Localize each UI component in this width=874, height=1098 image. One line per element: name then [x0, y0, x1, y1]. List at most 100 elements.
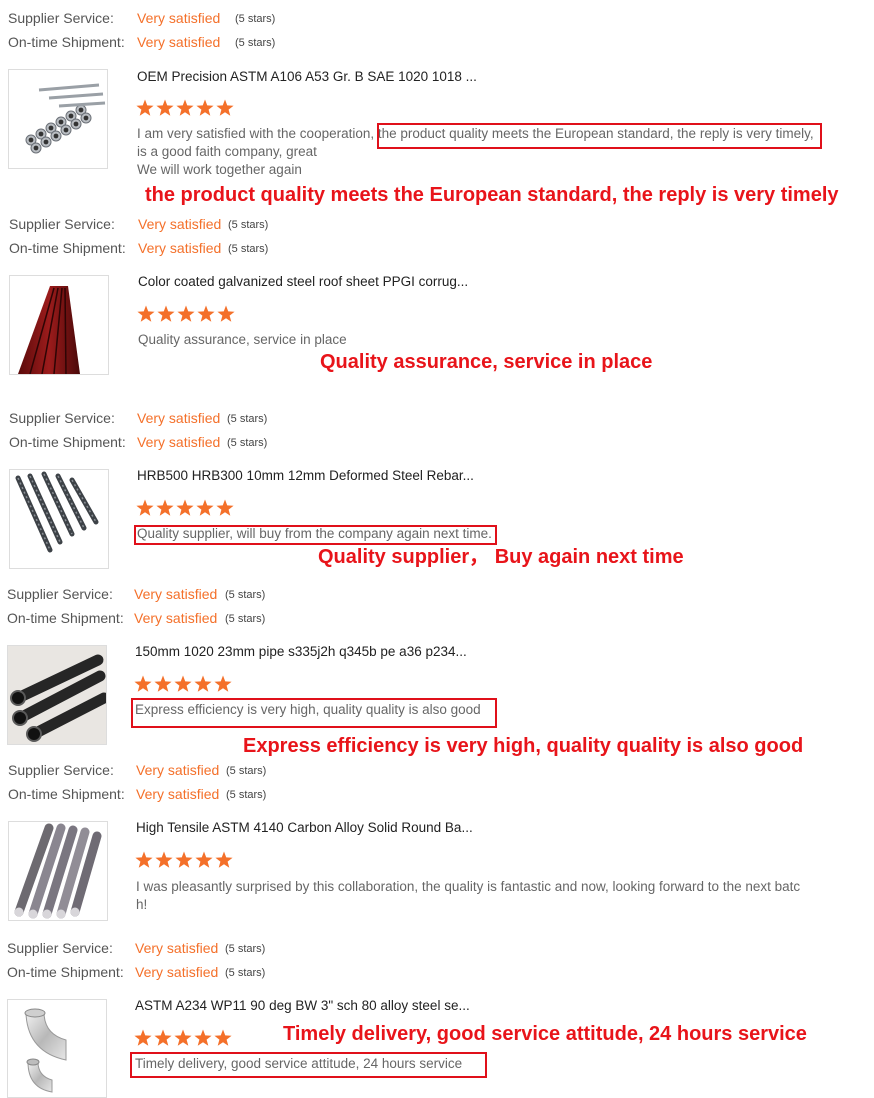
comment-line: I was pleasantly surprised by this colla… [136, 879, 801, 894]
product-thumbnail[interactable] [8, 69, 108, 169]
supplier-service-rating: Supplier Service: Very satisfied (5 star… [8, 760, 308, 780]
round-bars-image [14, 823, 102, 919]
rating-stars-note: (5 stars) [228, 243, 269, 255]
star-icon [215, 851, 233, 868]
star-icon [136, 99, 154, 116]
product-title[interactable]: HRB500 HRB300 10mm 12mm Deformed Steel R… [137, 467, 474, 485]
pipe-elbow-image [24, 1008, 67, 1093]
highlight-box [131, 698, 497, 728]
steel-rebar-image [15, 471, 99, 553]
on-time-shipment-label: On-time Shipment: [9, 240, 126, 256]
star-icon [196, 499, 214, 516]
on-time-shipment-rating: On-time Shipment: Very satisfied (5 star… [7, 608, 307, 628]
rating-stars-note: (5 stars) [227, 413, 268, 425]
product-thumbnail[interactable] [7, 999, 107, 1098]
rating-value: Very satisfied [135, 940, 219, 956]
star-icon [217, 305, 235, 322]
highlight-callout: Timely delivery, good service attitude, … [283, 1023, 807, 1045]
on-time-shipment-rating: On-time Shipment: Very satisfied (5 star… [8, 32, 308, 52]
supplier-service-label: Supplier Service: [7, 940, 113, 956]
product-thumbnail[interactable] [8, 821, 108, 921]
star-icon [157, 305, 175, 322]
star-icon [194, 1029, 212, 1046]
star-icon [216, 499, 234, 516]
supplier-service-rating: Supplier Service: Very satisfied (5 star… [7, 938, 307, 958]
star-icon [154, 1029, 172, 1046]
supplier-service-rating: Supplier Service: Very satisfied (5 star… [9, 214, 309, 234]
product-title[interactable]: 150mm 1020 23mm pipe s335j2h q345b pe a3… [135, 643, 467, 661]
on-time-shipment-rating: On-time Shipment: Very satisfied (5 star… [7, 962, 307, 982]
comment-line: Quality assurance, service in place [138, 332, 347, 347]
product-title[interactable]: OEM Precision ASTM A106 A53 Gr. B SAE 10… [137, 68, 477, 86]
rating-value: Very satisfied [138, 240, 222, 256]
rating-value: Very satisfied [134, 610, 218, 626]
rating-stars-note: (5 stars) [226, 765, 267, 777]
steel-tubes-bundle-image [25, 83, 106, 154]
on-time-shipment-label: On-time Shipment: [7, 964, 124, 980]
supplier-service-label: Supplier Service: [9, 410, 115, 426]
star-icon [136, 499, 154, 516]
star-icon [174, 675, 192, 692]
star-icon [156, 99, 174, 116]
star-icon [174, 1029, 192, 1046]
product-title[interactable]: ASTM A234 WP11 90 deg BW 3" sch 80 alloy… [135, 997, 470, 1015]
rating-value: Very satisfied [137, 410, 221, 426]
on-time-shipment-rating: On-time Shipment: Very satisfied (5 star… [9, 238, 309, 258]
highlight-box [130, 1052, 487, 1078]
product-thumbnail[interactable] [9, 469, 109, 569]
review-comment: I was pleasantly surprised by this colla… [136, 878, 836, 914]
supplier-service-label: Supplier Service: [8, 10, 114, 26]
on-time-shipment-label: On-time Shipment: [8, 786, 125, 802]
star-icon [134, 675, 152, 692]
rating-value: Very satisfied [137, 34, 221, 50]
rating-value: Very satisfied [136, 762, 220, 778]
star-rating [134, 675, 232, 693]
star-icon [134, 1029, 152, 1046]
product-thumbnail[interactable] [9, 275, 109, 375]
on-time-shipment-label: On-time Shipment: [8, 34, 125, 50]
on-time-shipment-rating: On-time Shipment: Very satisfied (5 star… [9, 432, 309, 452]
star-icon [216, 99, 234, 116]
star-icon [156, 499, 174, 516]
star-icon [214, 1029, 232, 1046]
highlight-callout: the product quality meets the European s… [145, 184, 839, 206]
star-icon [214, 675, 232, 692]
highlight-callout: Quality assurance, service in place [320, 351, 653, 373]
rating-stars-note: (5 stars) [225, 589, 266, 601]
highlight-box [134, 525, 497, 545]
highlight-box [377, 123, 822, 149]
star-icon [154, 675, 172, 692]
red-roof-sheet-image [18, 286, 80, 374]
comment-line: h! [136, 897, 148, 912]
review-comment: Quality assurance, service in place [138, 331, 838, 349]
on-time-shipment-label: On-time Shipment: [7, 610, 124, 626]
rating-stars-note: (5 stars) [235, 37, 276, 49]
rating-value: Very satisfied [138, 216, 222, 232]
product-title[interactable]: High Tensile ASTM 4140 Carbon Alloy Soli… [136, 819, 473, 837]
rating-stars-note: (5 stars) [227, 437, 268, 449]
star-rating [136, 499, 234, 517]
product-title[interactable]: Color coated galvanized steel roof sheet… [138, 273, 468, 291]
star-rating [134, 1029, 232, 1047]
star-icon [194, 675, 212, 692]
rating-value: Very satisfied [137, 10, 221, 26]
star-rating [136, 99, 234, 117]
star-icon [137, 305, 155, 322]
supplier-service-label: Supplier Service: [9, 216, 115, 232]
supplier-service-rating: Supplier Service: Very satisfied (5 star… [8, 8, 308, 28]
on-time-shipment-label: On-time Shipment: [9, 434, 126, 450]
star-icon [175, 851, 193, 868]
supplier-service-label: Supplier Service: [7, 586, 113, 602]
product-thumbnail[interactable] [7, 645, 107, 745]
black-pipes-image [8, 646, 106, 744]
rating-stars-note: (5 stars) [226, 789, 267, 801]
star-icon [177, 305, 195, 322]
star-icon [196, 99, 214, 116]
rating-stars-note: (5 stars) [225, 967, 266, 979]
star-icon [176, 99, 194, 116]
rating-stars-note: (5 stars) [225, 943, 266, 955]
rating-stars-note: (5 stars) [228, 219, 269, 231]
highlight-callout: Express efficiency is very high, quality… [243, 735, 804, 757]
supplier-service-rating: Supplier Service: Very satisfied (5 star… [7, 584, 307, 604]
rating-value: Very satisfied [135, 964, 219, 980]
